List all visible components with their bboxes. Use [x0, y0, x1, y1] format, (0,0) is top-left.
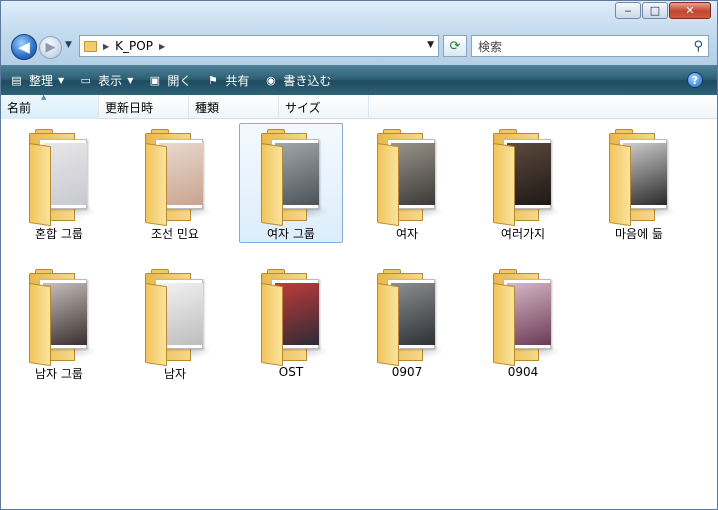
folder-front: [493, 283, 515, 367]
help-icon: ?: [691, 73, 699, 87]
column-header-name[interactable]: ▲ 名前: [1, 93, 99, 119]
chevron-down-icon: ▼: [58, 75, 65, 85]
folder-icon: [377, 269, 445, 367]
burn-label: 書き込む: [283, 73, 332, 88]
folder-name: 0907: [391, 365, 423, 379]
burn-button[interactable]: ◉ 書き込む: [263, 72, 331, 89]
views-icon: ▭: [80, 73, 91, 87]
folder-name: 마음에 듦: [615, 227, 663, 241]
open-label: 開く: [167, 73, 192, 88]
back-arrow-icon: ◀: [18, 38, 30, 56]
folder-icon: [609, 129, 677, 227]
folder-item[interactable]: 혼합 그룹: [7, 123, 111, 243]
forward-button[interactable]: ▶: [39, 36, 62, 59]
folder-item[interactable]: OST: [239, 263, 343, 383]
file-list: 혼합 그룹 조선 민요 여자 그룹 여자 여러가지 마음에 듦남자 그룹 남자 OST 0907…: [1, 119, 717, 509]
folder-name: 여러가지: [500, 227, 546, 241]
forward-arrow-icon: ▶: [45, 40, 56, 55]
burn-icon: ◉: [266, 73, 276, 87]
folder-item[interactable]: 0907: [355, 263, 459, 383]
recent-pages-dropdown[interactable]: ▼: [65, 40, 72, 50]
folder-icon: [261, 269, 329, 367]
folder-icon: [29, 129, 97, 227]
organize-icon: ▤: [11, 73, 22, 87]
back-button[interactable]: ◀: [11, 34, 37, 60]
folder-name: 여자: [395, 227, 419, 241]
views-button[interactable]: ▭ 表示 ▼: [78, 72, 133, 89]
close-button[interactable]: ✕: [669, 2, 711, 19]
folder-name: 0904: [507, 365, 539, 379]
folder-front: [377, 143, 399, 227]
open-icon: ▣: [149, 73, 161, 87]
folder-icon: [84, 40, 97, 52]
share-button[interactable]: ⚑ 共有: [205, 72, 249, 89]
folder-icon: [493, 129, 561, 227]
folder-name: OST: [278, 365, 304, 379]
window-chrome: ‒ □ ✕ ◀ ▶ ▼ ▶ K_POP ▶ ▼ ⟳ 検索 ⚲: [1, 1, 717, 65]
folder-front: [29, 283, 51, 367]
sort-up-icon: ▲: [41, 93, 47, 101]
search-icon[interactable]: ⚲: [693, 39, 703, 54]
open-button[interactable]: ▣ 開く: [147, 72, 192, 89]
folder-front: [29, 143, 51, 227]
folder-item[interactable]: 마음에 듦: [587, 123, 691, 243]
folder-front: [261, 143, 283, 227]
folder-item[interactable]: 조선 민요: [123, 123, 227, 243]
folder-icon: [377, 129, 445, 227]
command-bar: ▤ 整理 ▼ ▭ 表示 ▼ ▣ 開く ⚑ 共有 ◉ 書き込む ?: [1, 65, 717, 95]
column-header-label: 更新日時: [105, 100, 154, 115]
column-header-label: 名前: [7, 100, 32, 115]
refresh-icon: ⟳: [449, 38, 461, 54]
breadcrumb-kpop[interactable]: K_POP: [115, 39, 153, 53]
folder-item[interactable]: 남자: [123, 263, 227, 383]
column-headers: ▲ 名前 更新日時 種類 サイズ: [1, 93, 717, 119]
folder-item[interactable]: 여러가지: [471, 123, 575, 243]
folder-icon: [145, 129, 213, 227]
refresh-button[interactable]: ⟳: [443, 35, 467, 57]
folder-front: [493, 143, 515, 227]
address-dropdown-icon[interactable]: ▼: [427, 40, 434, 50]
folder-item[interactable]: 남자 그룹: [7, 263, 111, 383]
maximize-button[interactable]: □: [642, 2, 668, 19]
explorer-window: ‒ □ ✕ ◀ ▶ ▼ ▶ K_POP ▶ ▼ ⟳ 検索 ⚲ ▤ 整理 ▼ ▭ …: [0, 0, 718, 510]
search-placeholder: 検索: [478, 39, 503, 54]
column-header-type[interactable]: 種類: [189, 95, 279, 119]
organize-label: 整理: [29, 73, 54, 88]
address-bar[interactable]: ▶ K_POP ▶ ▼: [79, 35, 439, 57]
folder-front: [377, 283, 399, 367]
breadcrumb-chevron-icon[interactable]: ▶: [159, 42, 165, 51]
views-label: 表示: [98, 73, 123, 88]
folder-icon: [29, 269, 97, 367]
chevron-down-icon: ▼: [127, 75, 134, 85]
search-input[interactable]: 検索 ⚲: [471, 35, 709, 57]
folder-name: 혼합 그룹: [35, 227, 83, 241]
folder-name: 조선 민요: [151, 227, 199, 241]
folder-item[interactable]: 여자 그룹: [239, 123, 343, 243]
share-label: 共有: [225, 73, 250, 88]
minimize-button[interactable]: ‒: [615, 2, 641, 19]
organize-button[interactable]: ▤ 整理 ▼: [9, 72, 64, 89]
folder-item[interactable]: 0904: [471, 263, 575, 383]
folder-front: [145, 283, 167, 367]
folder-icon: [145, 269, 213, 367]
folder-name: 남자: [163, 367, 187, 381]
share-icon: ⚑: [207, 73, 218, 87]
column-header-label: 種類: [195, 100, 220, 115]
folder-front: [609, 143, 631, 227]
folder-front: [145, 143, 167, 227]
folder-icon: [493, 269, 561, 367]
column-header-label: サイズ: [285, 100, 321, 115]
folder-name: 여자 그룹: [267, 227, 315, 241]
folder-front: [261, 283, 283, 367]
column-header-date-modified[interactable]: 更新日時: [99, 95, 189, 119]
folder-item[interactable]: 여자: [355, 123, 459, 243]
breadcrumb-chevron-icon[interactable]: ▶: [103, 42, 109, 51]
caption-buttons: ‒ □ ✕: [614, 2, 711, 19]
folder-icon: [261, 129, 329, 227]
folder-name: 남자 그룹: [35, 367, 83, 381]
help-button[interactable]: ?: [687, 72, 703, 88]
column-header-size[interactable]: サイズ: [279, 95, 369, 119]
